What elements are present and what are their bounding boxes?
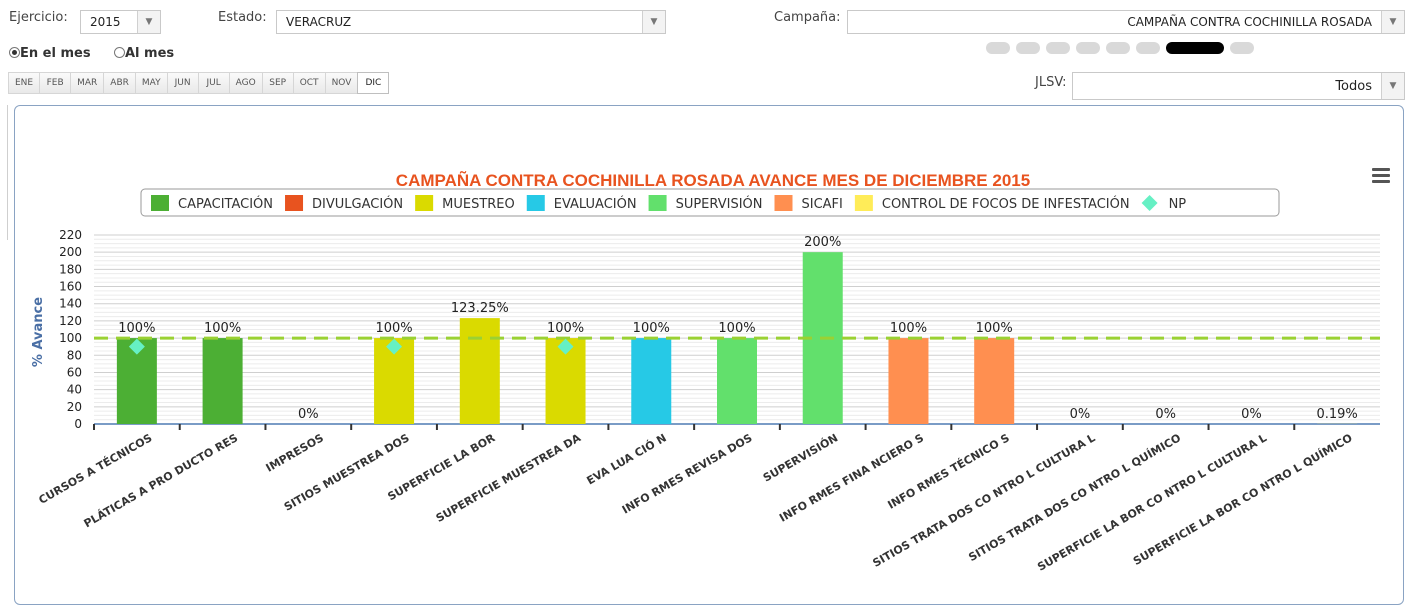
data-label: 123.25%	[451, 301, 509, 316]
legend-label: CONTROL DE FOCOS DE INFESTACIÓN	[882, 196, 1130, 212]
data-label: 100%	[204, 321, 241, 336]
x-tick-label: SUPERVISIÓN	[761, 431, 840, 484]
legend-label: SUPERVISIÓN	[676, 196, 763, 212]
data-label: 100%	[890, 321, 927, 336]
y-tick-label: 140	[59, 297, 82, 311]
bar	[974, 338, 1015, 424]
y-tick-label: 20	[67, 400, 82, 414]
y-axis-ticks: 0 20 40 60 80 100 120 140 160 180 200 220	[59, 228, 82, 431]
legend-marker	[526, 195, 545, 211]
y-tick-label: 80	[67, 348, 82, 362]
legend-marker	[854, 195, 873, 211]
legend-marker	[415, 195, 434, 211]
chart-title: CAMPAÑA CONTRA COCHINILLA ROSADA AVANCE …	[396, 170, 1030, 190]
bar	[202, 338, 243, 424]
data-label: 100%	[118, 321, 155, 336]
y-tick-label: 180	[59, 262, 82, 276]
bar	[717, 338, 757, 424]
y-tick-label: 40	[67, 383, 82, 397]
legend-marker	[151, 195, 169, 211]
chart-svg: CAMPAÑA CONTRA COCHINILLA ROSADA AVANCE …	[31, 170, 1380, 574]
y-tick-label: 100	[59, 331, 82, 345]
legend-label: MUESTREO	[442, 197, 515, 212]
data-label: 100%	[718, 321, 755, 336]
data-label: 0%	[298, 407, 319, 422]
x-tick-label: EVA LUA CIÓ N	[585, 431, 669, 487]
bar	[888, 338, 929, 424]
y-tick-label: 0	[74, 417, 82, 431]
x-tick-label: IMPRESOS	[264, 431, 326, 474]
legend-label: NP	[1169, 197, 1187, 212]
legend-label: DIVULGACIÓN	[312, 196, 403, 212]
data-label: 0%	[1241, 407, 1262, 422]
data-label: 100%	[633, 321, 670, 336]
chart-bars: 100% 100% 0% 100% 123.25% 100% 100% 100% 200% 100…	[93, 235, 1358, 430]
x-tick-label: INFO RMES FINA NCIERO S	[777, 431, 926, 524]
legend-marker	[285, 195, 304, 211]
y-tick-label: 200	[59, 245, 82, 259]
x-tick-label: SUPERFICIE MUESTREA DA	[434, 431, 584, 525]
legend-label: EVALUACIÓN	[554, 196, 637, 212]
data-label: 0%	[1155, 407, 1176, 422]
legend-label: CAPACITACIÓN	[178, 196, 273, 212]
x-tick-label: PLÁTICAS A PRO DUCTO RES	[82, 431, 241, 530]
data-label: 100%	[375, 321, 412, 336]
y-axis-label: % Avance	[31, 297, 46, 367]
legend-marker	[648, 195, 667, 211]
bar	[459, 318, 500, 424]
data-label: 100%	[547, 321, 584, 336]
data-label: 200%	[804, 235, 841, 250]
bar	[631, 338, 672, 424]
data-label: 100%	[976, 321, 1013, 336]
legend-label: SICAFI	[802, 197, 843, 212]
y-tick-label: 60	[67, 365, 82, 379]
legend-marker	[774, 195, 793, 211]
x-axis-labels: CURSOS A TÉCNICOSPLÁTICAS A PRO DUCTO RE…	[37, 431, 1355, 574]
y-tick-label: 120	[59, 314, 82, 328]
y-tick-label: 160	[59, 280, 82, 294]
y-tick-label: 220	[59, 228, 82, 242]
data-label: 0.19%	[1316, 407, 1357, 422]
data-label: 0%	[1070, 407, 1091, 422]
